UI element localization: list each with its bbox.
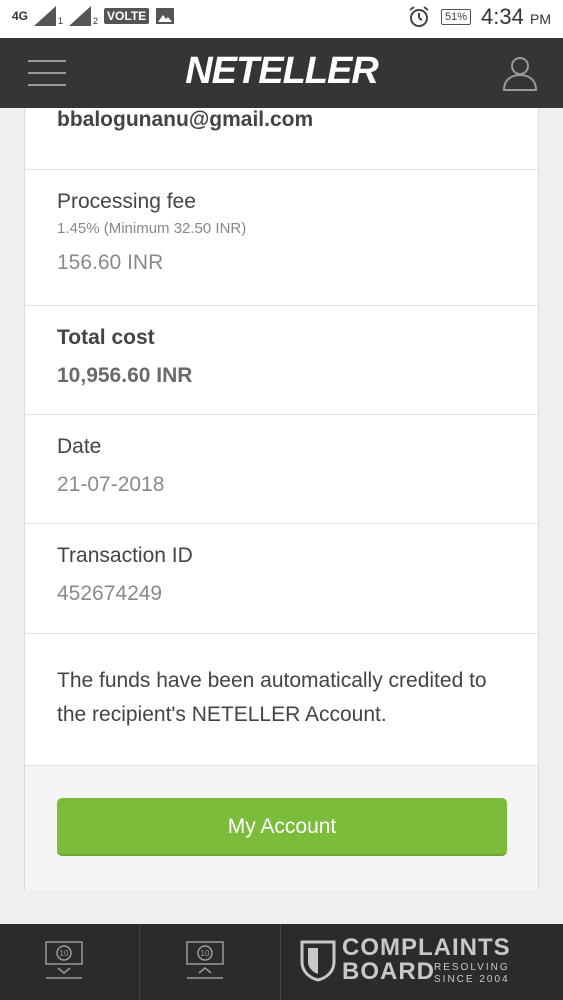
- image-icon: [156, 8, 175, 24]
- clock-time: 4:34: [481, 4, 524, 29]
- status-bar: 4G 1 2 VOLTE 51% 4:34 PM: [0, 0, 563, 38]
- date-value: 21-07-2018: [57, 473, 165, 496]
- network-type: 4G: [12, 9, 29, 23]
- signal-icon-2: [69, 6, 92, 26]
- processing-fee-row: Processing fee 1.45% (Minimum 32.50 INR)…: [25, 170, 538, 306]
- bottom-item-1-label: 10: [60, 949, 69, 958]
- user-profile-icon[interactable]: [501, 54, 539, 92]
- bottom-item-1[interactable]: 10: [0, 924, 140, 1000]
- total-cost-row: Total cost 10,956.60 INR: [25, 306, 538, 415]
- clock: 4:34 PM: [481, 4, 551, 30]
- signal-icon: [34, 6, 57, 26]
- battery-indicator: 51%: [441, 9, 472, 25]
- fee-value: 156.60 INR: [57, 251, 164, 274]
- sim2-label: 2: [93, 16, 99, 26]
- status-right: 51% 4:34 PM: [407, 4, 551, 30]
- note-row: The funds have been automatically credit…: [25, 634, 538, 766]
- fee-rate: 1.45% (Minimum 32.50 INR): [57, 220, 247, 237]
- replay-up-icon: 10: [186, 941, 224, 979]
- watermark-tag1: RESOLVING: [434, 962, 510, 973]
- app-header: NETELLER: [0, 38, 563, 108]
- replay-down-icon: 10: [45, 941, 83, 979]
- clock-ampm: PM: [530, 11, 551, 27]
- my-account-button[interactable]: My Account: [57, 798, 507, 856]
- neteller-logo: NETELLER: [185, 50, 379, 92]
- total-value: 10,956.60 INR: [57, 364, 193, 387]
- date-row: Date 21-07-2018: [25, 415, 538, 524]
- bottom-navigation: 10 10 COMPLAINTS BOARD RESOLVING SINCE 2…: [0, 924, 563, 1000]
- date-label: Date: [57, 435, 102, 458]
- transaction-details-card: bbalogunanu@gmail.com Processing fee 1.4…: [24, 108, 539, 890]
- transaction-id-row: Transaction ID 452674249: [25, 524, 538, 634]
- complaints-board-watermark: COMPLAINTS BOARD RESOLVING SINCE 2004: [300, 932, 560, 992]
- watermark-tag2: SINCE 2004: [434, 974, 510, 985]
- transaction-id-label: Transaction ID: [57, 544, 193, 567]
- sim1-label: 1: [58, 16, 64, 26]
- watermark-line1: COMPLAINTS: [342, 934, 511, 961]
- transaction-id-value: 452674249: [57, 582, 163, 605]
- shield-icon: [300, 940, 336, 982]
- alarm-icon: [409, 6, 429, 27]
- volte-badge: VOLTE: [104, 8, 150, 24]
- bottom-item-2-label: 10: [201, 949, 210, 958]
- total-label: Total cost: [57, 326, 155, 349]
- bottom-item-2[interactable]: 10: [141, 924, 281, 1000]
- recipient-email: bbalogunanu@gmail.com: [57, 108, 314, 131]
- credit-note: The funds have been automatically credit…: [57, 669, 487, 726]
- watermark-line2: BOARD: [342, 958, 435, 985]
- email-row: bbalogunanu@gmail.com: [25, 108, 538, 170]
- status-left: 4G 1 2 VOLTE: [12, 6, 175, 26]
- action-area: My Account: [25, 766, 538, 890]
- fee-label: Processing fee: [57, 190, 196, 213]
